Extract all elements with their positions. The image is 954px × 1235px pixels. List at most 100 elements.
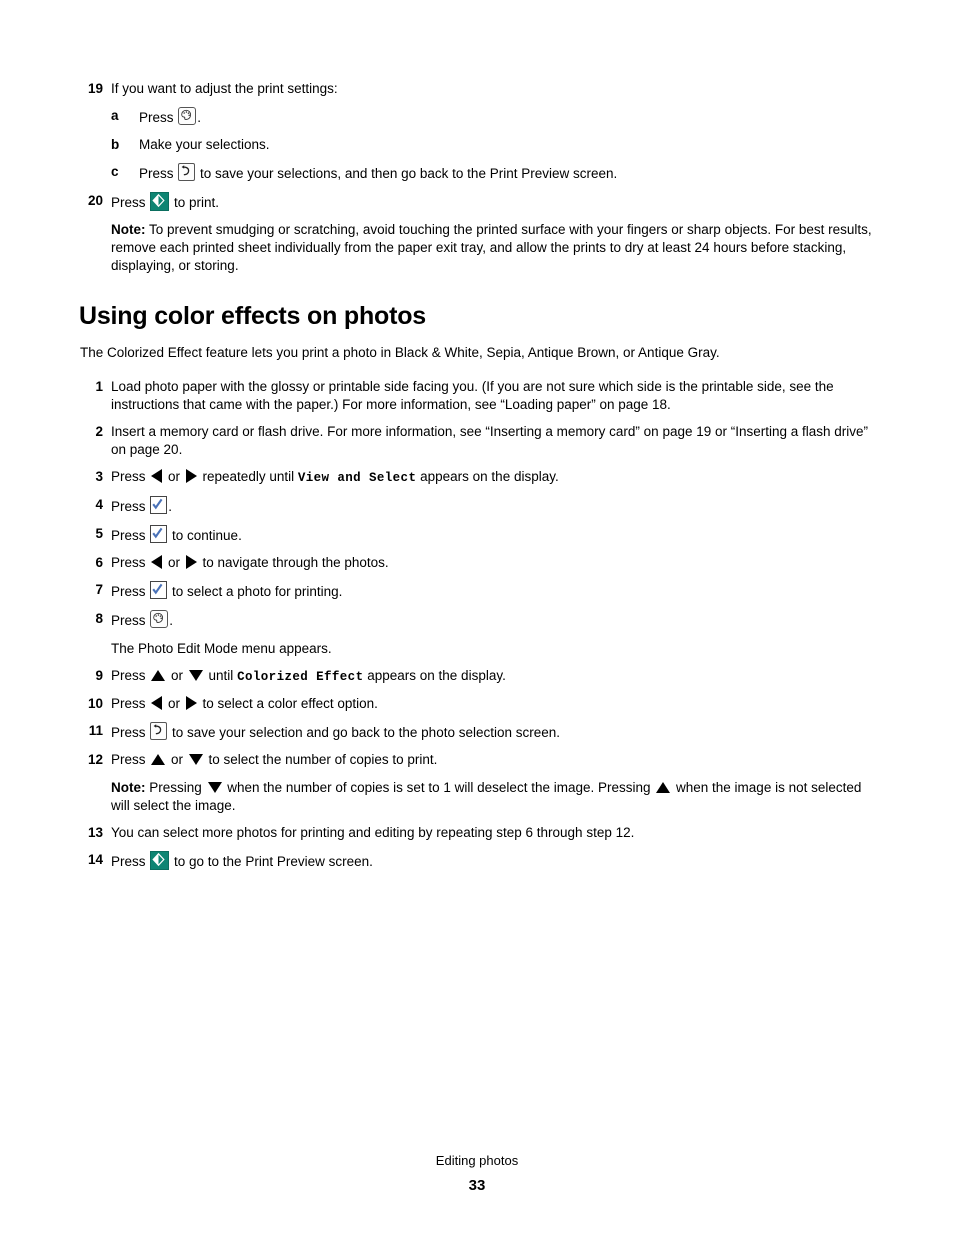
substep-c-prefix: Press bbox=[139, 166, 178, 181]
step-10-t2: to select a color effect option. bbox=[198, 696, 378, 711]
step-11-t1: to save your selection and go back to th… bbox=[168, 725, 561, 740]
step-14: 14 Press to go to the Print Preview scre… bbox=[79, 851, 879, 871]
step-12: 12 Press or to select the number of copi… bbox=[79, 751, 879, 769]
step-20: 20 Press to print. bbox=[79, 192, 879, 212]
substep-letter: c bbox=[111, 164, 119, 179]
step-9-t3: appears on the display. bbox=[363, 668, 506, 683]
left-arrow-icon bbox=[151, 469, 163, 483]
footer-section-title: Editing photos bbox=[435, 1153, 519, 1168]
menu-icon bbox=[150, 610, 169, 628]
step-text: Press . bbox=[111, 496, 879, 516]
step-10-t0: Press bbox=[111, 696, 150, 711]
select-check-icon bbox=[150, 581, 168, 599]
right-arrow-icon bbox=[185, 555, 197, 569]
procedure-list: 1 Load photo paper with the glossy or pr… bbox=[79, 378, 879, 871]
substep-a: a Press . bbox=[111, 107, 879, 127]
step-6-t1: or bbox=[164, 555, 184, 570]
page-footer: Editing photos 33 bbox=[0, 1152, 954, 1195]
step-3-t2: repeatedly until bbox=[198, 469, 298, 484]
substep-a-suffix: . bbox=[197, 110, 202, 125]
step-text: Press to go to the Print Preview screen. bbox=[111, 851, 879, 871]
substep-text: Make your selections. bbox=[139, 137, 270, 152]
step-14-t1: to go to the Print Preview screen. bbox=[170, 854, 373, 869]
step-8-t0: Press bbox=[111, 613, 150, 628]
substep-a-prefix: Press bbox=[139, 110, 178, 125]
note-copies: Note: Pressing when the number of copies… bbox=[111, 779, 879, 815]
step-10: 10 Press or to select a color effect opt… bbox=[79, 695, 879, 713]
step-text: Press or to select a color effect option… bbox=[111, 695, 879, 713]
down-arrow-icon bbox=[188, 754, 203, 765]
start-icon bbox=[150, 192, 170, 211]
step-4-t1: . bbox=[168, 499, 173, 514]
step-text: Press to save your selection and go back… bbox=[111, 722, 879, 742]
step-number: 20 bbox=[87, 193, 103, 208]
step-9-t1: or bbox=[167, 668, 187, 683]
note-copies-t1: when the number of copies is set to 1 wi… bbox=[223, 780, 655, 795]
substep-b: b Make your selections. bbox=[111, 136, 879, 154]
step-number: 10 bbox=[87, 696, 103, 711]
display-text-view-and-select: View and Select bbox=[297, 471, 417, 485]
step-number: 13 bbox=[87, 825, 103, 840]
step-number: 2 bbox=[95, 424, 103, 439]
note-copies-t0: Pressing bbox=[145, 780, 206, 795]
step-number: 1 bbox=[95, 379, 103, 394]
step-number: 14 bbox=[87, 852, 103, 867]
step-7-t1: to select a photo for printing. bbox=[168, 584, 343, 599]
up-arrow-icon bbox=[151, 670, 166, 681]
step-number: 9 bbox=[95, 668, 103, 683]
step-9: 9 Press or until Colorized Effect appear… bbox=[79, 667, 879, 686]
step-12-t0: Press bbox=[111, 752, 150, 767]
step-12-t2: to select the number of copies to print. bbox=[204, 752, 438, 767]
step-6-t2: to navigate through the photos. bbox=[198, 555, 389, 570]
step-11: 11 Press to save your selection and go b… bbox=[79, 722, 879, 742]
document-page: 19 If you want to adjust the print setti… bbox=[0, 0, 954, 1235]
footer-page-number: 33 bbox=[468, 1177, 486, 1194]
step-number: 3 bbox=[95, 469, 103, 484]
step-6: 6 Press or to navigate through the photo… bbox=[79, 554, 879, 572]
start-icon bbox=[150, 851, 170, 870]
left-arrow-icon bbox=[151, 696, 163, 710]
step-number: 7 bbox=[95, 582, 103, 597]
section-intro: The Colorized Effect feature lets you pr… bbox=[80, 345, 720, 360]
step-19-substeps: a Press . b Make your selections. c Pres… bbox=[111, 107, 879, 183]
step-6-t0: Press bbox=[111, 555, 150, 570]
substep-c-suffix: to save your selections, and then go bac… bbox=[196, 166, 618, 181]
step-number: 8 bbox=[95, 611, 103, 626]
left-arrow-icon bbox=[151, 555, 163, 569]
step-number: 5 bbox=[95, 526, 103, 541]
up-arrow-icon bbox=[656, 782, 671, 793]
step-8-t1: . bbox=[169, 613, 174, 628]
down-arrow-icon bbox=[188, 670, 203, 681]
step-3-t1: or bbox=[164, 469, 184, 484]
step-9-t0: Press bbox=[111, 668, 150, 683]
step-text: Load photo paper with the glossy or prin… bbox=[111, 379, 834, 412]
step-13: 13 You can select more photos for printi… bbox=[79, 824, 879, 842]
step-number: 19 bbox=[87, 81, 103, 96]
step-5: 5 Press to continue. bbox=[79, 525, 879, 545]
note-label: Note: bbox=[111, 222, 146, 237]
photo-edit-mode-note: The Photo Edit Mode menu appears. bbox=[111, 641, 332, 656]
note-text: To prevent smudging or scratching, avoid… bbox=[111, 222, 872, 273]
step-text: Press to select a photo for printing. bbox=[111, 581, 879, 601]
back-icon bbox=[150, 722, 168, 740]
step-text: Press to print. bbox=[111, 192, 879, 212]
step-9-t2: until bbox=[204, 668, 238, 683]
step-7-t0: Press bbox=[111, 584, 150, 599]
display-text-colorized-effect: Colorized Effect bbox=[237, 670, 364, 684]
step-14-t0: Press bbox=[111, 854, 150, 869]
step-number: 11 bbox=[88, 723, 103, 738]
step-text: Press or until Colorized Effect appears … bbox=[111, 667, 879, 686]
step-7: 7 Press to select a photo for printing. bbox=[79, 581, 879, 601]
step-text: Press or to select the number of copies … bbox=[111, 751, 879, 769]
page-content: 19 If you want to adjust the print setti… bbox=[79, 80, 879, 880]
select-check-icon bbox=[150, 525, 168, 543]
down-arrow-icon bbox=[207, 782, 222, 793]
substep-text: Press . bbox=[139, 107, 879, 127]
substep-c: c Press to save your selections, and the… bbox=[111, 163, 879, 183]
step-5-t0: Press bbox=[111, 528, 150, 543]
step-10-t1: or bbox=[164, 696, 184, 711]
step-11-t0: Press bbox=[111, 725, 150, 740]
menu-icon bbox=[178, 107, 197, 125]
substep-letter: b bbox=[111, 137, 120, 152]
section-heading: Using color effects on photos bbox=[79, 302, 426, 330]
